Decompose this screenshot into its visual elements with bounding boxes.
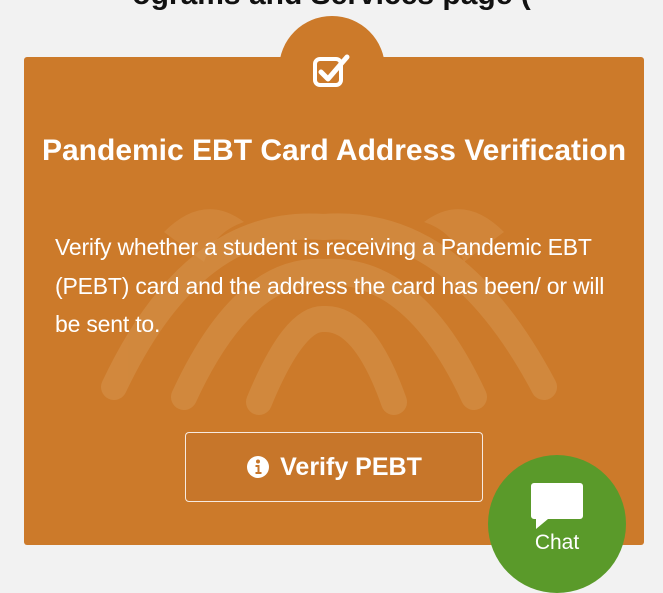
- card-title: Pandemic EBT Card Address Verification: [41, 134, 627, 167]
- verify-pebt-button[interactable]: Verify PEBT: [185, 432, 483, 502]
- card-description: Verify whether a student is receiving a …: [55, 234, 605, 337]
- page-heading-fragment: ograms and Services page (: [0, 0, 663, 12]
- checkbox-check-icon: [313, 54, 350, 87]
- verify-pebt-button-label: Verify PEBT: [280, 452, 422, 481]
- chat-button[interactable]: Chat: [488, 455, 626, 593]
- chat-bubble-icon: [531, 483, 583, 529]
- chat-label: Chat: [534, 531, 580, 554]
- info-circle-icon: [246, 455, 270, 479]
